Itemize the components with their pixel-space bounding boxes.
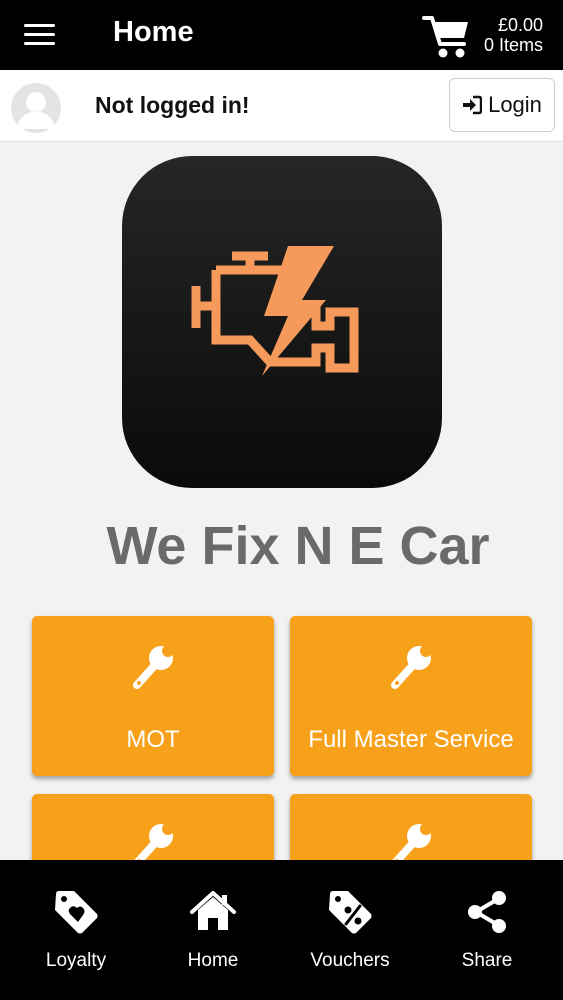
tile-full-master-service[interactable]: Full Master Service (290, 616, 532, 776)
heart-tag-icon (55, 891, 98, 934)
nav-home[interactable]: Home (143, 860, 283, 1000)
percent-tag-icon (329, 891, 372, 934)
default-avatar-icon (11, 83, 61, 133)
bottom-nav: Loyalty Home Vouchers Share (0, 860, 563, 1000)
wrench-icon (391, 645, 432, 689)
nav-label: Share (461, 950, 513, 971)
nav-label: Home (187, 950, 239, 971)
nav-label: Vouchers (310, 950, 390, 971)
app-logo (122, 156, 442, 488)
check-engine-icon (191, 246, 359, 376)
tile-label: Full Master Service (308, 726, 514, 753)
shopping-cart-icon (422, 16, 468, 58)
nav-share[interactable]: Share (417, 860, 557, 1000)
login-status: Not logged in! (95, 92, 250, 118)
top-app-bar: Home £0.00 0 Items (0, 0, 563, 70)
cart-items-count: 0 Items (483, 35, 543, 55)
share-icon (468, 891, 506, 933)
wrench-icon (133, 645, 174, 689)
login-button[interactable]: Login (449, 78, 555, 132)
page-title: Home (113, 16, 194, 48)
tile-mot[interactable]: MOT (32, 616, 274, 776)
tile-label: MOT (126, 726, 180, 753)
user-bar: Not logged in! Login (0, 70, 563, 142)
home-icon (190, 891, 236, 930)
sign-in-icon (463, 95, 483, 115)
hamburger-menu-icon[interactable] (22, 20, 58, 50)
login-label: Login (488, 92, 542, 117)
nav-vouchers[interactable]: Vouchers (280, 860, 420, 1000)
nav-label: Loyalty (45, 950, 107, 971)
cart-button[interactable]: £0.00 0 Items (420, 8, 555, 62)
cart-total: £0.00 (497, 15, 543, 35)
business-name: We Fix N E Car (106, 516, 490, 576)
nav-loyalty[interactable]: Loyalty (6, 860, 146, 1000)
